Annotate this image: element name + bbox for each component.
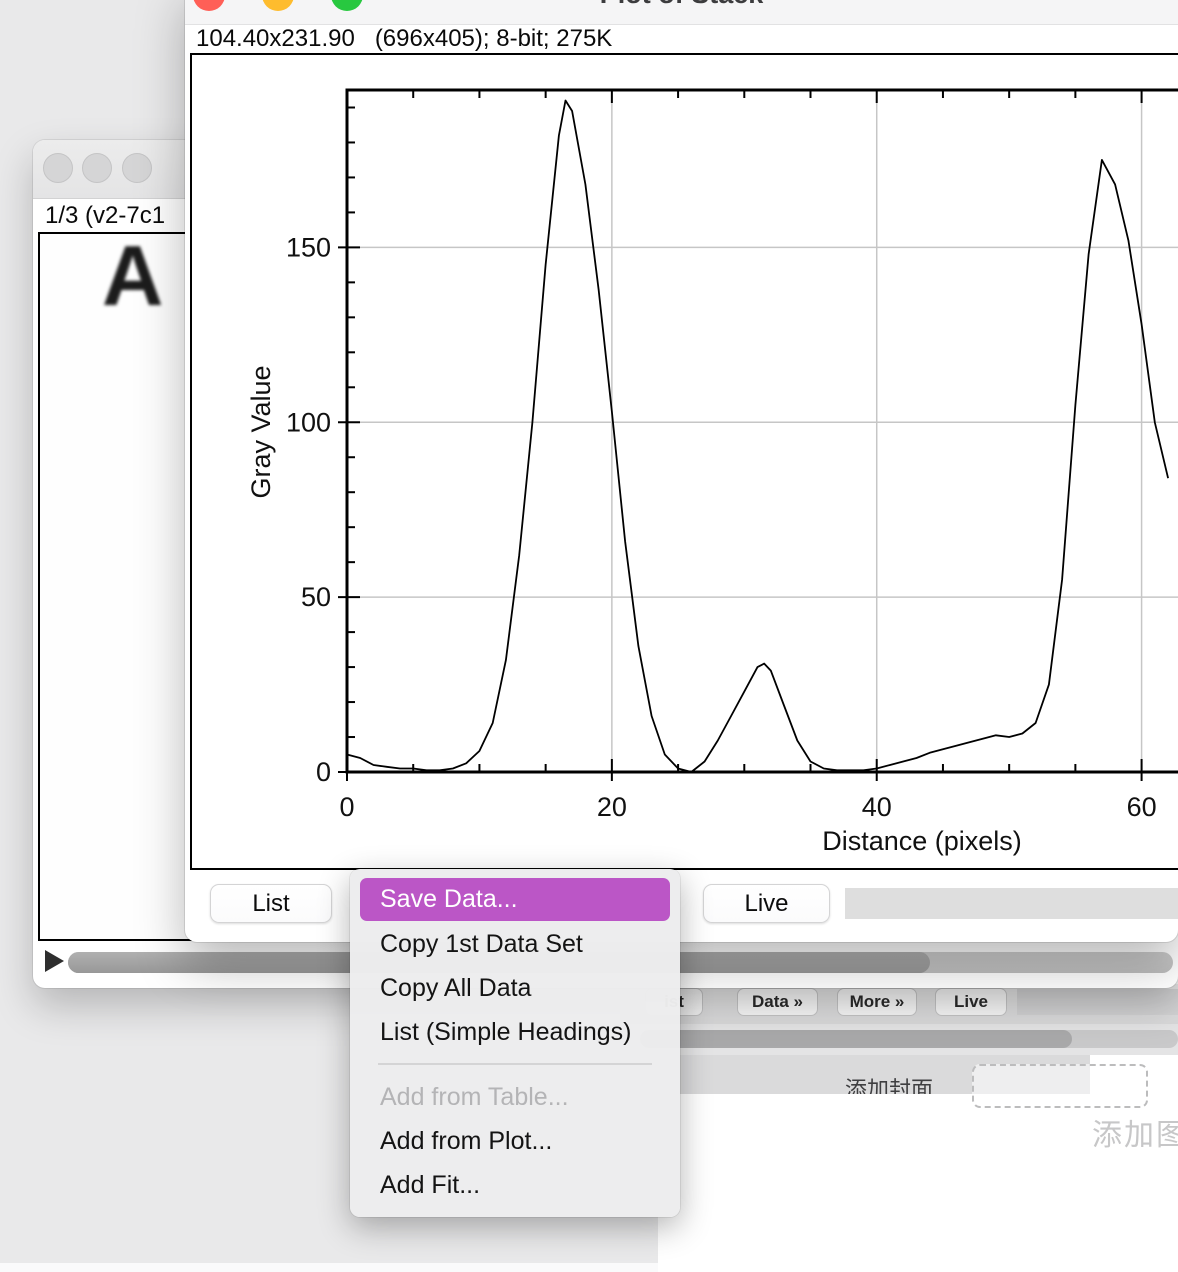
menu-item-copy-all-data[interactable]: Copy All Data (350, 966, 680, 1010)
background-scrollbar[interactable] (640, 1030, 1178, 1048)
data-context-menu: Save Data... Copy 1st Data Set Copy All … (350, 869, 680, 1217)
menu-item-add-fit[interactable]: Add Fit... (350, 1163, 680, 1207)
plot-window: Plot of Stack 104.40x231.90 (696x405); 8… (185, 0, 1178, 942)
menu-item-add-from-table: Add from Table... (350, 1075, 680, 1119)
background-live-button[interactable]: Live (935, 988, 1007, 1016)
inactive-minimize-button[interactable] (82, 153, 112, 183)
menu-item-save-data[interactable]: Save Data... (350, 878, 680, 922)
y-axis-title: Gray Value (246, 365, 276, 498)
y-tick-label: 0 (316, 757, 331, 787)
x-tick-label: 40 (862, 792, 892, 822)
background-status-strip (1017, 989, 1178, 1015)
profile-curve (347, 101, 1168, 773)
y-tick-label: 100 (286, 407, 331, 437)
live-button[interactable]: Live (703, 884, 830, 923)
x-tick-label: 0 (339, 792, 354, 822)
menu-separator (378, 1063, 652, 1065)
plot-canvas: 0 20 40 60 0 50 100 150 Distance (pixels) Gray Va… (190, 53, 1178, 870)
desktop-bottom-strip (0, 1263, 658, 1272)
add-cover-label: 添加封面 (845, 1072, 933, 1094)
background-more-button[interactable]: More » (837, 988, 917, 1016)
x-axis-title: Distance (pixels) (822, 826, 1022, 856)
app-window: 添加封面 添加图 (658, 1046, 1178, 1272)
x-tick-label: 20 (597, 792, 627, 822)
list-button[interactable]: List (210, 884, 332, 923)
add-image-label: 添加图 (1092, 1110, 1178, 1154)
plot-info-line: 104.40x231.90 (696x405); 8-bit; 275K (196, 25, 612, 53)
background-scrollbar-thumb[interactable] (640, 1030, 1072, 1048)
menu-item-list-simple-headings[interactable]: List (Simple Headings) (350, 1010, 680, 1054)
menu-item-copy-1st-data-set[interactable]: Copy 1st Data Set (350, 922, 680, 966)
background-data-button[interactable]: Data » (737, 988, 818, 1016)
profile-plot-svg: 0 20 40 60 0 50 100 150 Distance (pixels) Gray Va… (192, 55, 1178, 868)
menu-item-add-from-plot[interactable]: Add from Plot... (350, 1119, 680, 1163)
coordinate-readout-strip (845, 888, 1178, 919)
inactive-zoom-button[interactable] (122, 153, 152, 183)
plot-window-titlebar: Plot of Stack (185, 0, 1178, 25)
background-plot-button-bar: ist Data » More » Live (620, 984, 1178, 1024)
window-title: Plot of Stack (185, 0, 1178, 8)
stack-image-letter: A (102, 232, 163, 326)
x-tick-label: 60 (1127, 792, 1157, 822)
stack-play-button[interactable] (45, 950, 64, 972)
stack-slice-info: 1/3 (v2-7c1 (45, 202, 165, 230)
y-tick-label: 50 (301, 582, 331, 612)
add-cover-dropzone[interactable] (972, 1064, 1148, 1108)
y-tick-label: 150 (286, 232, 331, 262)
inactive-close-button[interactable] (43, 153, 73, 183)
